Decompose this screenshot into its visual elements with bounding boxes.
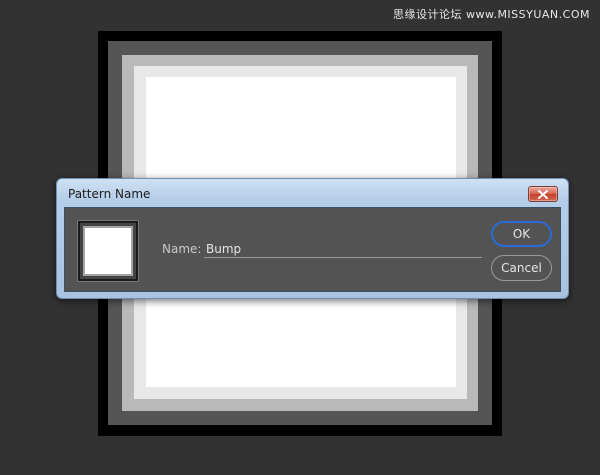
name-label: Name: [162, 242, 202, 256]
ok-button[interactable]: OK [491, 221, 552, 247]
pattern-name-dialog: Pattern Name Name: OK Cancel [56, 178, 569, 299]
close-icon [538, 190, 548, 199]
dialog-title: Pattern Name [68, 187, 151, 201]
watermark-text: 思缘设计论坛 www.MISSYUAN.COM [392, 8, 590, 21]
pattern-thumbnail [77, 220, 139, 282]
dialog-titlebar[interactable]: Pattern Name [57, 179, 568, 207]
cancel-button[interactable]: Cancel [491, 255, 552, 281]
dialog-body: Name: OK Cancel [64, 207, 561, 292]
pattern-name-input[interactable] [204, 238, 482, 258]
close-button[interactable] [528, 186, 558, 202]
